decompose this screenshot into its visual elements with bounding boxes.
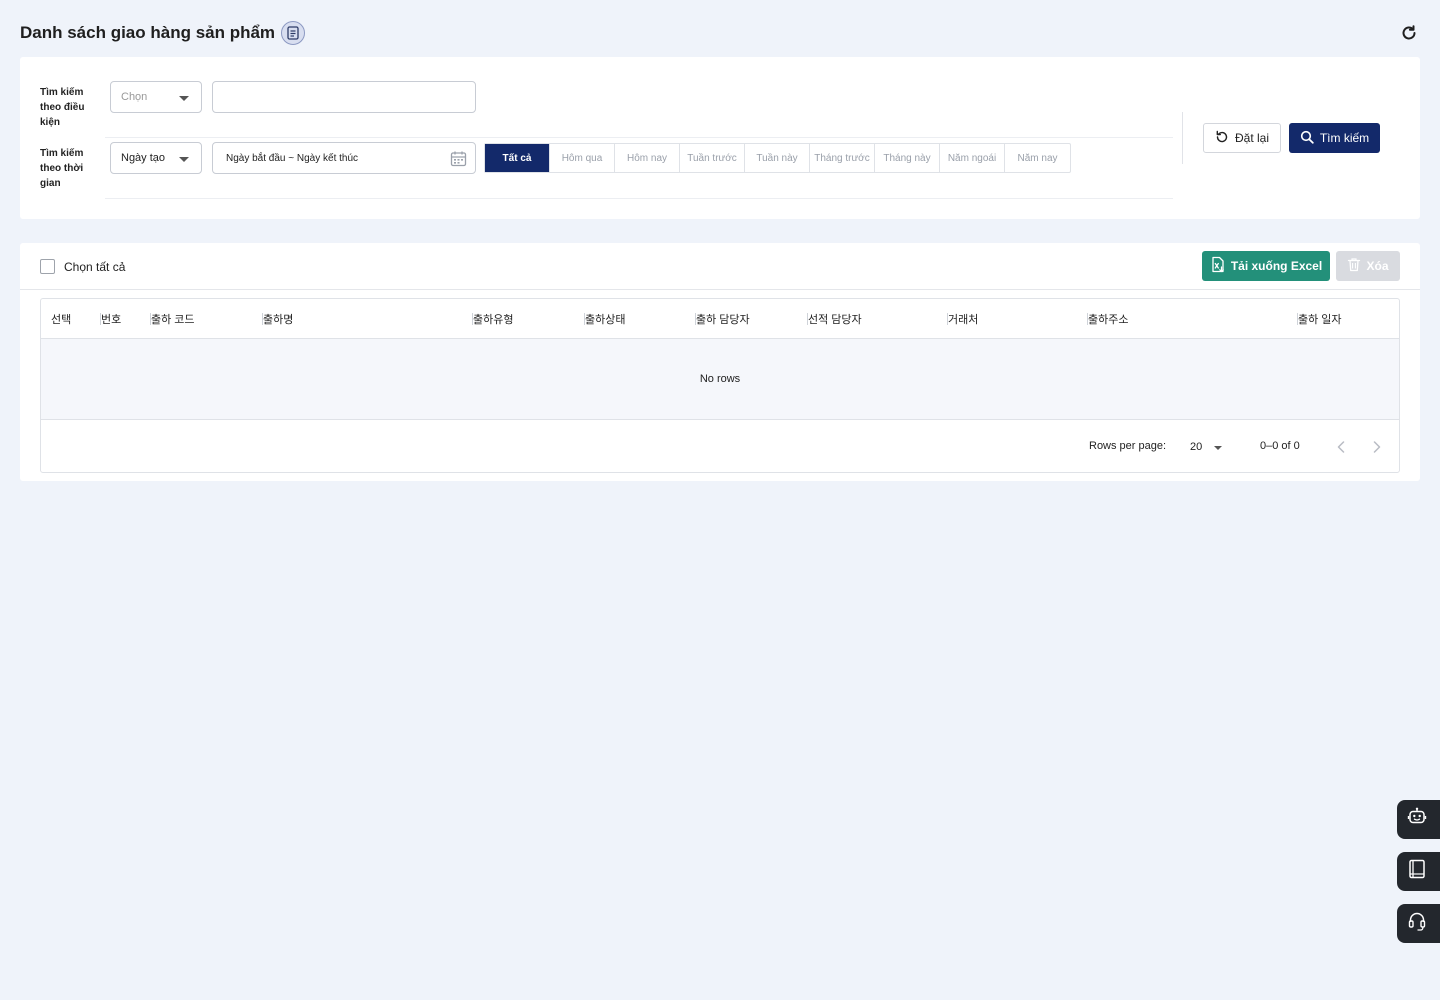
chevron-right-icon[interactable] bbox=[1367, 435, 1387, 459]
rows-per-page-select[interactable]: 20 bbox=[1190, 433, 1230, 461]
headset-icon bbox=[1407, 911, 1427, 936]
divider bbox=[20, 289, 1420, 290]
column-header-shipment-date[interactable]: 출하 일자 bbox=[1297, 299, 1342, 339]
date-type-select-value: Ngày tạo bbox=[121, 152, 166, 164]
download-excel-label: Tải xuống Excel bbox=[1230, 259, 1323, 273]
chevron-down-icon bbox=[1214, 446, 1222, 450]
book-icon bbox=[1407, 859, 1427, 884]
filter-panel: Tìm kiếm theo điều kiện Chọn Tìm kiếm th… bbox=[20, 57, 1420, 219]
page-title: Danh sách giao hàng sản phẩm bbox=[20, 23, 276, 42]
condition-select-value: Chọn bbox=[121, 91, 148, 103]
column-header-loading-manager[interactable]: 선적 담당자 bbox=[807, 299, 862, 339]
refresh-icon[interactable] bbox=[1398, 22, 1420, 44]
range-this-year-button[interactable]: Năm nay bbox=[1005, 144, 1070, 172]
rows-per-page-label: Rows per page: bbox=[1089, 440, 1167, 452]
column-header-shipment-name[interactable]: 출하명 bbox=[262, 299, 293, 339]
chatbot-button[interactable] bbox=[1397, 800, 1440, 839]
range-this-month-button[interactable]: Tháng này bbox=[875, 144, 940, 172]
delete-button[interactable]: Xóa bbox=[1336, 251, 1400, 281]
column-header-shipment-code[interactable]: 출하 코드 bbox=[150, 299, 195, 339]
divider bbox=[105, 137, 1173, 138]
time-search-label: Tìm kiếm theo thời gian bbox=[40, 148, 84, 189]
range-yesterday-button[interactable]: Hôm qua bbox=[550, 144, 615, 172]
reset-label: Đặt lại bbox=[1234, 131, 1269, 145]
search-button[interactable]: Tìm kiếm bbox=[1289, 123, 1380, 153]
date-range-input[interactable]: Ngày bắt đầu ~ Ngày kết thúc bbox=[212, 142, 476, 174]
chevron-left-icon[interactable] bbox=[1331, 435, 1351, 459]
divider bbox=[105, 198, 1173, 199]
select-all-label: Chọn tất cả bbox=[64, 259, 126, 274]
column-header-shipment-type[interactable]: 출하유형 bbox=[472, 299, 513, 339]
empty-state: No rows bbox=[41, 339, 1399, 420]
column-header-shipment-address[interactable]: 출하주소 bbox=[1087, 299, 1128, 339]
page-header: Danh sách giao hàng sản phẩm bbox=[20, 18, 1420, 48]
delete-label: Xóa bbox=[1366, 259, 1389, 273]
download-excel-button[interactable]: Tải xuống Excel bbox=[1202, 251, 1330, 281]
range-today-button[interactable]: Hôm nay bbox=[615, 144, 680, 172]
range-last-year-button[interactable]: Năm ngoái bbox=[940, 144, 1005, 172]
support-button[interactable] bbox=[1397, 904, 1440, 943]
manual-button[interactable] bbox=[1397, 852, 1440, 891]
chevron-down-icon bbox=[179, 157, 189, 162]
search-icon bbox=[1300, 130, 1314, 147]
quick-range-group: Tất cả Hôm qua Hôm nay Tuần trước Tuần n… bbox=[484, 143, 1071, 173]
excel-icon bbox=[1210, 256, 1226, 276]
pagination: Rows per page: 20 0–0 of 0 bbox=[41, 421, 1399, 473]
document-icon[interactable] bbox=[281, 21, 306, 45]
range-this-week-button[interactable]: Tuần này bbox=[745, 144, 810, 172]
vertical-divider bbox=[1182, 112, 1183, 164]
grid-header: 선택 번호 출하 코드 출하명 출하유형 출하상태 출하 담당자 선적 담당자 … bbox=[41, 299, 1399, 339]
column-header-number[interactable]: 번호 bbox=[100, 299, 121, 339]
robot-icon bbox=[1407, 807, 1427, 832]
condition-search-input[interactable] bbox=[212, 81, 476, 113]
select-all-checkbox[interactable]: Chọn tất cả bbox=[40, 259, 125, 274]
column-header-client[interactable]: 거래처 bbox=[947, 299, 978, 339]
column-header-shipment-manager[interactable]: 출하 담당자 bbox=[695, 299, 750, 339]
checkbox[interactable] bbox=[40, 259, 55, 274]
range-last-week-button[interactable]: Tuần trước bbox=[680, 144, 745, 172]
date-type-select[interactable]: Ngày tạo bbox=[110, 142, 202, 174]
condition-select[interactable]: Chọn bbox=[110, 81, 202, 113]
chevron-down-icon bbox=[179, 96, 189, 101]
page-range-text: 0–0 of 0 bbox=[1260, 440, 1300, 452]
rows-per-page-value: 20 bbox=[1190, 441, 1203, 453]
results-panel: Chọn tất cả Tải xuống Excel Xóa 선택 번호 출하… bbox=[20, 243, 1420, 481]
condition-search-label: Tìm kiếm theo điều kiện bbox=[40, 87, 85, 128]
search-label: Tìm kiếm bbox=[1319, 131, 1370, 145]
reset-button[interactable]: Đặt lại bbox=[1203, 123, 1281, 153]
column-header-select[interactable]: 선택 bbox=[51, 299, 71, 339]
range-all-button[interactable]: Tất cả bbox=[485, 144, 550, 172]
date-range-placeholder: Ngày bắt đầu ~ Ngày kết thúc bbox=[226, 152, 359, 164]
column-header-shipment-status[interactable]: 출하상태 bbox=[584, 299, 625, 339]
data-grid: 선택 번호 출하 코드 출하명 출하유형 출하상태 출하 담당자 선적 담당자 … bbox=[40, 298, 1400, 473]
empty-state-text: No rows bbox=[699, 373, 741, 385]
trash-icon bbox=[1347, 257, 1361, 275]
calendar-icon[interactable] bbox=[450, 150, 467, 170]
reset-icon bbox=[1215, 130, 1229, 147]
range-last-month-button[interactable]: Tháng trước bbox=[810, 144, 875, 172]
